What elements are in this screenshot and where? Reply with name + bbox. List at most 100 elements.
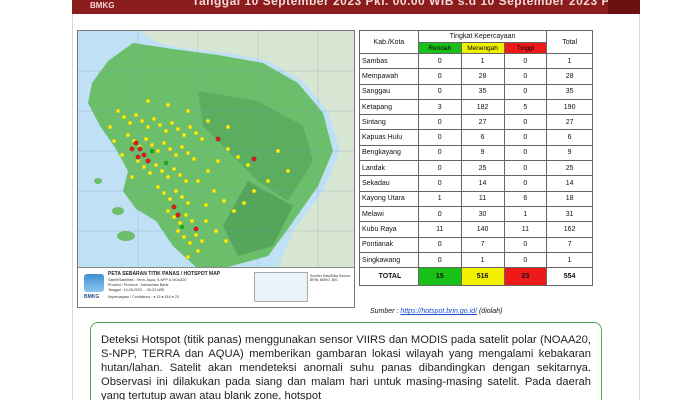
cell-tinggi: 0 — [503, 251, 548, 269]
cell-tinggi: 0 — [503, 236, 548, 253]
legend-logo-text: BMKG — [84, 294, 100, 300]
cell-kab: Sanggau — [359, 83, 419, 100]
cell-tinggi: 0 — [503, 144, 548, 162]
map-legend: BMKG PETA SEBARAN TITIK PANAS / HOTSPOT … — [78, 267, 354, 307]
cell-tinggi: 0 — [503, 52, 548, 70]
cell-rendah: 0 — [417, 251, 462, 269]
cell-tinggi: 5 — [503, 98, 548, 116]
cell-menengah: 25 — [460, 160, 505, 177]
table-row: Sanggau 0 35 0 35 — [359, 83, 593, 100]
cell-menengah: 27 — [460, 114, 505, 131]
table-row: Kapuas Hulu 0 6 0 6 — [359, 129, 593, 146]
cell-rendah: 0 — [417, 236, 462, 253]
legend-title: PETA SEBARAN TITIK PANAS / HOTSPOT MAP — [108, 271, 221, 277]
cell-menengah: 35 — [460, 83, 505, 100]
hotspot-map[interactable]: BMKG PETA SEBARAN TITIK PANAS / HOTSPOT … — [77, 30, 355, 308]
cell-menengah: 182 — [460, 98, 505, 116]
cell-rendah: 1 — [417, 190, 462, 207]
col-header-rendah: Rendah — [417, 42, 462, 54]
source-link[interactable]: https://hotspot.brin.go.id/ — [400, 308, 477, 315]
cell-menengah: 9 — [460, 144, 505, 162]
cell-total: 25 — [546, 160, 593, 177]
cell-rendah: 0 — [417, 52, 462, 70]
cell-rendah: 0 — [417, 129, 462, 146]
cell-kab: Sekadau — [359, 175, 419, 192]
legend-line: Satelit/Satellites : Terra, Aqua, S-NPP … — [108, 278, 187, 282]
cell-rendah: 0 — [417, 205, 462, 223]
table-row: Singkawang 0 1 0 1 — [359, 251, 593, 269]
cell-tinggi: 0 — [503, 68, 548, 85]
legend-line: Kepercayaan / Confidence : ● 15 ● 516 ● … — [108, 295, 179, 299]
cell-menengah: 6 — [460, 129, 505, 146]
map-canvas — [78, 31, 354, 267]
table-row: Mempawah 0 28 0 28 — [359, 68, 593, 85]
source-prefix: Sumber : — [370, 308, 401, 315]
cell-tinggi: 0 — [503, 83, 548, 100]
total-label: TOTAL — [359, 267, 419, 287]
cell-total: 31 — [546, 205, 593, 223]
table-row: Bengkayang 0 9 0 9 — [359, 144, 593, 162]
description-box: Deteksi Hotspot (titik panas) menggunaka… — [90, 322, 602, 400]
cell-total: 27 — [546, 114, 593, 131]
cell-menengah: 1 — [460, 52, 505, 70]
cell-kab: Kapuas Hulu — [359, 129, 419, 146]
cell-total: 6 — [546, 129, 593, 146]
table-row: Sekadau 0 14 0 14 — [359, 175, 593, 192]
table-row: Pontianak 0 7 0 7 — [359, 236, 593, 253]
cell-tinggi: 1 — [503, 205, 548, 223]
cell-kab: Bengkayang — [359, 144, 419, 162]
col-header-tinggi: Tinggi — [503, 42, 548, 54]
cell-rendah: 11 — [417, 221, 462, 238]
cell-rendah: 0 — [417, 83, 462, 100]
cell-total: 190 — [546, 98, 593, 116]
cell-menengah: 28 — [460, 68, 505, 85]
cell-kab: Sambas — [359, 52, 419, 70]
cell-total: 1 — [546, 251, 593, 269]
cell-rendah: 3 — [417, 98, 462, 116]
cell-menengah: 1 — [460, 251, 505, 269]
total-tinggi: 23 — [503, 267, 548, 287]
cell-total: 18 — [546, 190, 593, 207]
description-text: Deteksi Hotspot (titik panas) menggunaka… — [101, 334, 591, 400]
total-rendah: 15 — [417, 267, 462, 287]
cell-rendah: 0 — [417, 144, 462, 162]
locator-inset-map — [254, 272, 308, 302]
cell-tinggi: 0 — [503, 160, 548, 177]
hotspot-table: Kab./Kota Tingkat Kepercayaan Total Rend… — [359, 30, 593, 287]
cell-tinggi: 0 — [503, 114, 548, 131]
cell-kab: Sintang — [359, 114, 419, 131]
cell-kab: Singkawang — [359, 251, 419, 269]
cell-total: 14 — [546, 175, 593, 192]
cell-tinggi: 0 — [503, 129, 548, 146]
org-label: BMKG — [90, 1, 115, 10]
cell-menengah: 7 — [460, 236, 505, 253]
table-row: Landak 0 25 0 25 — [359, 160, 593, 177]
cell-menengah: 140 — [460, 221, 505, 238]
cell-menengah: 11 — [460, 190, 505, 207]
cell-kab: Landak — [359, 160, 419, 177]
banner-accent — [608, 0, 640, 14]
total-menengah: 516 — [460, 267, 505, 287]
table-row: Sintang 0 27 0 27 — [359, 114, 593, 131]
cell-total: 35 — [546, 83, 593, 100]
header-banner: BMKG Tanggal 10 September 2023 Pkl. 00.0… — [72, 0, 640, 14]
col-header-total: Total — [546, 30, 593, 54]
cell-total: 1 — [546, 52, 593, 70]
bmkg-logo-icon — [84, 274, 104, 292]
table-row: Melawi 0 30 1 31 — [359, 205, 593, 223]
cell-total: 9 — [546, 144, 593, 162]
cell-kab: Kubu Raya — [359, 221, 419, 238]
cell-kab: Ketapang — [359, 98, 419, 116]
cell-kab: Mempawah — [359, 68, 419, 85]
source-note: Sumber : https://hotspot.brin.go.id/ (di… — [370, 308, 502, 315]
cell-menengah: 14 — [460, 175, 505, 192]
cell-total: 7 — [546, 236, 593, 253]
table-row: Kayong Utara 1 11 6 18 — [359, 190, 593, 207]
cell-kab: Pontianak — [359, 236, 419, 253]
table-total-row: TOTAL 15 516 23 554 — [359, 267, 593, 287]
cell-rendah: 0 — [417, 68, 462, 85]
table-row: Kubu Raya 11 140 11 162 — [359, 221, 593, 238]
cell-rendah: 0 — [417, 160, 462, 177]
cell-menengah: 30 — [460, 205, 505, 223]
col-header-kab: Kab./Kota — [359, 30, 419, 54]
